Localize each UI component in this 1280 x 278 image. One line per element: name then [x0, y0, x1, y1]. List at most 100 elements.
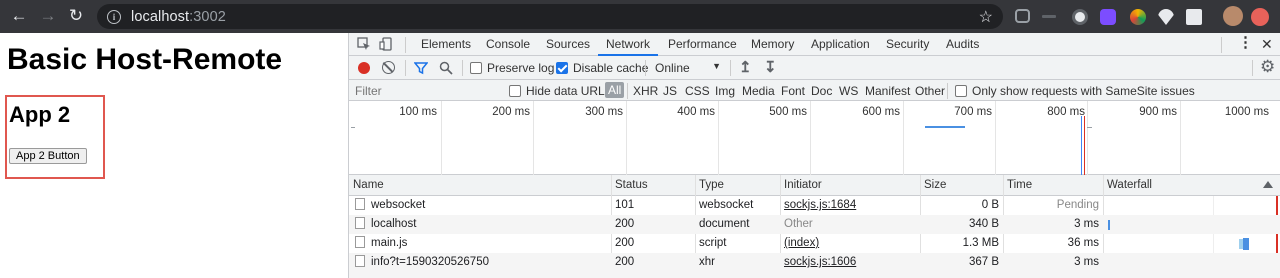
tab-sources[interactable]: Sources	[546, 33, 590, 56]
profile-badge-icon[interactable]	[1251, 8, 1269, 26]
filter-type-ws[interactable]: WS	[839, 84, 858, 98]
record-icon[interactable]	[358, 62, 370, 74]
throttling-select[interactable]: Online ▼	[655, 61, 721, 75]
request-initiator-link[interactable]: (index)	[784, 234, 819, 253]
filter-bar: Hide data URLs All XHR JS CSS Img Media …	[349, 80, 1280, 101]
back-arrow-icon[interactable]: ←	[8, 5, 30, 27]
table-row[interactable]: info?t=1590320526750 200 xhr sockjs.js:1…	[349, 253, 1280, 278]
request-time: 3 ms	[1074, 256, 1099, 268]
file-icon	[355, 255, 365, 267]
app2-button[interactable]: App 2 Button	[9, 148, 87, 164]
address-bar[interactable]: i localhost:3002 ☆	[97, 4, 1003, 29]
page-title: Basic Host-Remote	[7, 43, 283, 76]
waterfall-bar	[1108, 220, 1110, 230]
table-header: Name Status Type Initiator Size Time Wat…	[349, 175, 1280, 196]
close-devtools-icon[interactable]: ✕	[1261, 33, 1273, 56]
tab-network[interactable]: Network	[598, 33, 659, 56]
browser-toolbar: ← → ↻ i localhost:3002 ☆	[0, 0, 1280, 33]
forward-arrow-icon[interactable]: →	[37, 5, 59, 27]
filter-type-font[interactable]: Font	[781, 84, 805, 98]
inspect-element-icon[interactable]	[357, 37, 371, 51]
reload-icon[interactable]: ↻	[65, 5, 87, 27]
timeline-tick-label: 200 ms	[492, 106, 530, 118]
request-initiator-link[interactable]: sockjs.js:1684	[784, 196, 856, 215]
app2-heading: App 2	[9, 102, 71, 127]
import-har-icon[interactable]: ↥	[739, 58, 752, 76]
export-har-icon[interactable]: ↧	[764, 58, 777, 76]
timeline-tick-label: 1000 ms	[1224, 106, 1269, 118]
column-header-name[interactable]: Name	[349, 175, 384, 196]
table-row[interactable]: localhost 200 document Other 340 B 3 ms	[349, 215, 1280, 234]
filter-type-media[interactable]: Media	[742, 84, 775, 98]
tab-audits[interactable]: Audits	[946, 33, 979, 56]
tab-memory[interactable]: Memory	[751, 33, 794, 56]
devtools-panel: Elements Console Sources Network Perform…	[348, 33, 1280, 278]
request-time: Pending	[1056, 199, 1099, 211]
column-header-waterfall[interactable]: Waterfall	[1103, 175, 1152, 196]
pocket-extension-icon[interactable]	[1015, 9, 1030, 23]
filter-type-all[interactable]: All	[605, 82, 625, 98]
request-time: 36 ms	[1067, 237, 1099, 249]
diamond-extension-icon[interactable]	[1158, 9, 1174, 25]
circle-extension-icon[interactable]	[1072, 9, 1088, 25]
filter-type-other[interactable]: Other	[915, 84, 945, 98]
timeline-tick-label: 800 ms	[1047, 106, 1085, 118]
waterfall-bar	[1243, 238, 1249, 250]
tab-console[interactable]: Console	[486, 33, 530, 56]
filter-type-doc[interactable]: Doc	[811, 84, 832, 98]
search-icon[interactable]	[439, 61, 453, 75]
timeline-tick-label: 300 ms	[585, 106, 623, 118]
network-overview-timeline: 100 ms 200 ms 300 ms 400 ms 500 ms 600 m…	[349, 101, 1280, 175]
request-status: 200	[615, 218, 635, 230]
filter-type-xhr[interactable]: XHR	[633, 84, 658, 98]
request-size: 0 B	[981, 199, 999, 211]
column-header-size[interactable]: Size	[920, 175, 946, 196]
timeline-tick-label: 400 ms	[677, 106, 715, 118]
table-row[interactable]: main.js 200 script (index) 1.3 MB 36 ms	[349, 234, 1280, 253]
timeline-bar	[1087, 127, 1092, 128]
disable-cache-checkbox[interactable]: Disable cache	[556, 61, 648, 75]
more-options-icon[interactable]: ⋮	[1238, 33, 1253, 56]
table-row[interactable]: websocket 101 websocket sockjs.js:1684 0…	[349, 196, 1280, 215]
filter-type-img[interactable]: Img	[715, 84, 735, 98]
dom-content-loaded-line	[1081, 116, 1082, 175]
samesite-checkbox[interactable]: Only show requests with SameSite issues	[955, 84, 1195, 98]
timeline-tick-label: 600 ms	[862, 106, 900, 118]
tab-application[interactable]: Application	[811, 33, 870, 56]
column-header-status[interactable]: Status	[611, 175, 648, 196]
request-time: 3 ms	[1074, 218, 1099, 230]
clear-icon[interactable]	[382, 61, 395, 74]
column-header-initiator[interactable]: Initiator	[780, 175, 822, 196]
tab-security[interactable]: Security	[886, 33, 929, 56]
hide-data-urls-checkbox[interactable]: Hide data URLs	[509, 84, 611, 98]
filter-input[interactable]	[351, 82, 499, 99]
bookmark-star-icon[interactable]: ☆	[979, 7, 993, 27]
load-event-line	[1084, 116, 1085, 175]
request-initiator-link[interactable]: sockjs.js:1606	[784, 253, 856, 272]
site-info-icon[interactable]: i	[107, 9, 121, 24]
tab-elements[interactable]: Elements	[421, 33, 471, 56]
settings-gear-icon[interactable]: ⚙	[1260, 57, 1275, 77]
app2-container: App 2 App 2 Button	[5, 95, 105, 179]
filter-type-css[interactable]: CSS	[685, 84, 710, 98]
column-header-time[interactable]: Time	[1003, 175, 1032, 196]
timeline-tick-label: 100 ms	[399, 106, 437, 118]
timeline-bar	[351, 127, 355, 128]
request-name: main.js	[355, 234, 407, 253]
file-icon	[355, 198, 365, 210]
column-header-type[interactable]: Type	[695, 175, 724, 196]
purple-extension-icon[interactable]	[1100, 9, 1116, 25]
extension-dash-icon[interactable]	[1042, 15, 1056, 18]
request-initiator: Other	[784, 218, 813, 230]
tab-performance[interactable]: Performance	[668, 33, 737, 56]
preserve-log-checkbox[interactable]: Preserve log	[470, 61, 554, 75]
color-wheel-extension-icon[interactable]	[1130, 9, 1146, 25]
filter-type-js[interactable]: JS	[663, 84, 677, 98]
filter-type-manifest[interactable]: Manifest	[865, 84, 910, 98]
device-toolbar-icon[interactable]	[379, 37, 393, 51]
filter-icon[interactable]	[414, 61, 428, 75]
network-requests-table: Name Status Type Initiator Size Time Wat…	[349, 175, 1280, 278]
download-extension-icon[interactable]	[1186, 9, 1202, 25]
sort-ascending-icon[interactable]	[1263, 181, 1273, 188]
profile-avatar[interactable]	[1223, 6, 1243, 26]
